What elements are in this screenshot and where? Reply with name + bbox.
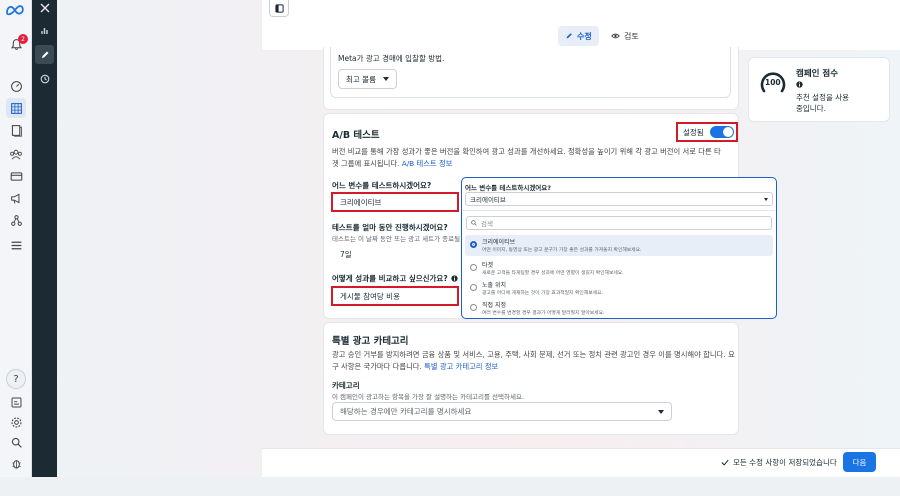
next-button[interactable]: 다음 — [843, 452, 876, 472]
divider — [462, 210, 775, 211]
category-note: 이 캠페인이 광고하는 항목을 가장 잘 설명하는 카테고리를 선택하세요. — [332, 393, 525, 401]
option-desc: 어떤 이미지, 동영상 또는 광고 문구가 가장 좋은 성과를 가져올지 확인해… — [482, 248, 642, 253]
auction-description: Meta가 광고 경매에 입찰할 방법. — [338, 54, 445, 63]
radio-icon — [470, 304, 477, 311]
meta-logo-icon[interactable] — [5, 4, 27, 16]
option-target[interactable]: 타겟 새로운 고객을 타게팅할 경우 성과에 어떤 영향이 생길지 확인해보세요… — [465, 258, 773, 279]
menu-icon[interactable] — [6, 235, 26, 255]
compare-select[interactable]: 게시물 참여당 비용 — [333, 288, 457, 304]
variable-select-value: 크리에이티브 — [340, 197, 382, 207]
popover-select-value: 크리에이티브 — [470, 196, 506, 204]
popover-title: 어느 변수를 테스트하시겠어요? — [465, 184, 552, 192]
toggle-panel-button[interactable] — [269, 0, 289, 17]
ab-test-info-link[interactable]: A/B 테스트 정보 — [402, 159, 453, 168]
notification-badge: 2 — [18, 34, 28, 44]
search-icon — [471, 220, 477, 226]
popover-search-placeholder: 검색 — [481, 220, 493, 228]
close-icon[interactable] — [35, 0, 54, 17]
variable-question: 어느 변수를 테스트하시겠어요? — [332, 181, 432, 190]
tab-edit[interactable]: 수정 — [558, 26, 599, 46]
radio-icon — [470, 264, 477, 271]
megaphone-icon[interactable] — [6, 188, 26, 208]
radio-icon — [470, 284, 477, 291]
score-title: 캠페인 점수 — [796, 69, 839, 79]
audience-icon[interactable] — [6, 144, 26, 164]
ab-test-toggle-label: 설정됨 — [683, 127, 704, 137]
duration-note: 테스트는 이 날짜 동안 또는 광고 세트가 종료될 때 — [332, 235, 469, 243]
special-description-2-text: 구 사항은 국가마다 다릅니다. — [332, 362, 422, 371]
option-placement[interactable]: 노출 위치 광고를 어디에 게재하는 것이 가장 효과적일지 확인해보세요. — [465, 278, 773, 299]
score-value: 100 — [765, 78, 781, 87]
option-creative[interactable]: 크리에이티브 어떤 이미지, 동영상 또는 광고 문구가 가장 좋은 성과를 가… — [465, 235, 773, 256]
duration-select[interactable]: 7일 — [333, 245, 461, 263]
billing-card-icon[interactable] — [6, 166, 26, 186]
eye-icon — [611, 33, 620, 39]
ab-test-title: A/B 테스트 — [332, 130, 380, 141]
option-desc: 광고를 어디에 게재하는 것이 가장 효과적일지 확인해보세요. — [482, 291, 604, 296]
score-note-2: 중입니다. — [796, 104, 826, 113]
special-description-2: 구 사항은 국가마다 다릅니다. 특별 광고 카테고리 정보 — [332, 362, 498, 372]
option-desc: 여러 변수를 변경할 경우 결과가 어떻게 달라질지 알아보세요. — [482, 311, 605, 316]
pencil-icon — [566, 33, 572, 39]
ab-test-description-2: 겟 그룹에 표시됩니다. A/B 테스트 정보 — [332, 159, 452, 169]
option-custom[interactable]: 직접 지정 여러 변수를 변경할 경우 결과가 어떻게 달라질지 알아보세요. — [465, 298, 773, 318]
tab-review-label: 검토 — [624, 31, 639, 41]
editor-tool-panel — [32, 0, 57, 477]
notifications-icon[interactable]: 2 — [6, 34, 28, 54]
special-description-1: 광고 승인 거부를 방지하려면 금융 상품 및 서비스, 고용, 주택, 사회 … — [332, 350, 735, 359]
option-title: 노출 위치 — [482, 282, 506, 289]
pages-icon[interactable] — [6, 120, 26, 140]
option-title: 직접 지정 — [482, 302, 506, 309]
special-info-link[interactable]: 특별 광고 카테고리 정보 — [424, 362, 498, 371]
info-icon[interactable] — [796, 81, 803, 88]
category-label: 카테고리 — [332, 381, 360, 390]
compare-question: 어떻게 성과를 비교하고 싶으신가요? — [332, 274, 448, 283]
compare-select-value: 게시물 참여당 비용 — [340, 291, 400, 301]
dashboard-icon[interactable] — [6, 76, 26, 96]
edit-pencil-icon[interactable] — [35, 45, 54, 64]
bid-strategy-dropdown[interactable]: 최고 볼륨 — [338, 69, 397, 89]
tab-review[interactable]: 검토 — [604, 26, 646, 46]
duration-question: 테스트를 얼마 동안 진행하시겠어요? — [332, 223, 448, 232]
bar-chart-icon[interactable] — [35, 20, 54, 39]
left-rail: 2 ? — [0, 0, 32, 496]
search-icon[interactable] — [6, 432, 26, 452]
sidebar-toggle-icon — [274, 3, 284, 13]
option-title: 타겟 — [482, 262, 494, 269]
popover-select[interactable]: 크리에이티브 — [465, 192, 773, 206]
category-dropdown[interactable]: 해당하는 경우에만 카테고리를 명시하세요 — [332, 402, 672, 421]
info-icon[interactable] — [451, 275, 458, 282]
ab-test-description-2-text: 겟 그룹에 표시됩니다. — [332, 159, 400, 168]
bug-icon[interactable] — [6, 453, 26, 473]
chevron-down-icon — [764, 197, 768, 201]
option-title: 크리에이티브 — [482, 239, 516, 246]
radio-selected-icon — [470, 241, 477, 248]
report-icon[interactable] — [6, 392, 26, 412]
page-footer — [0, 477, 900, 496]
bid-strategy-value: 최고 볼륨 — [346, 74, 376, 84]
history-clock-icon[interactable] — [35, 69, 54, 88]
category-placeholder: 해당하는 경우에만 카테고리를 명시하세요 — [340, 407, 472, 416]
special-title: 특별 광고 카테고리 — [332, 336, 409, 347]
option-desc: 새로운 고객을 타게팅할 경우 성과에 어떤 영향이 생길지 확인해보세요. — [482, 271, 624, 276]
tab-edit-label: 수정 — [577, 31, 592, 41]
campaigns-table-icon[interactable] — [6, 98, 26, 118]
chevron-down-icon — [658, 409, 664, 414]
duration-value: 7일 — [340, 249, 352, 259]
compare-question-row: 어떻게 성과를 비교하고 싶으신가요? — [332, 273, 458, 284]
help-icon[interactable]: ? — [6, 369, 26, 389]
score-note-1: 추천 설정을 사용 — [796, 93, 850, 102]
check-icon — [721, 459, 729, 466]
toggle-switch[interactable] — [709, 126, 734, 138]
variable-select[interactable]: 크리에이티브 — [333, 194, 457, 210]
network-icon[interactable] — [6, 210, 26, 230]
ab-test-toggle[interactable]: 설정됨 — [676, 122, 738, 142]
variable-dropdown-popover: 어느 변수를 테스트하시겠어요? 크리에이티브 검색 크리에이티브 어떤 이미지… — [461, 177, 777, 319]
save-status-text: 모든 수정 사항이 저장되었습니다 — [733, 458, 837, 467]
ab-test-description-1: 버전 비교를 통해 가장 성과가 좋은 버전을 확인하여 광고 성과를 개선하세… — [332, 147, 721, 156]
chevron-down-icon — [383, 77, 389, 81]
settings-gear-icon[interactable] — [6, 412, 26, 432]
popover-search-input[interactable]: 검색 — [466, 216, 772, 230]
save-status: 모든 수정 사항이 저장되었습니다 — [721, 457, 837, 468]
